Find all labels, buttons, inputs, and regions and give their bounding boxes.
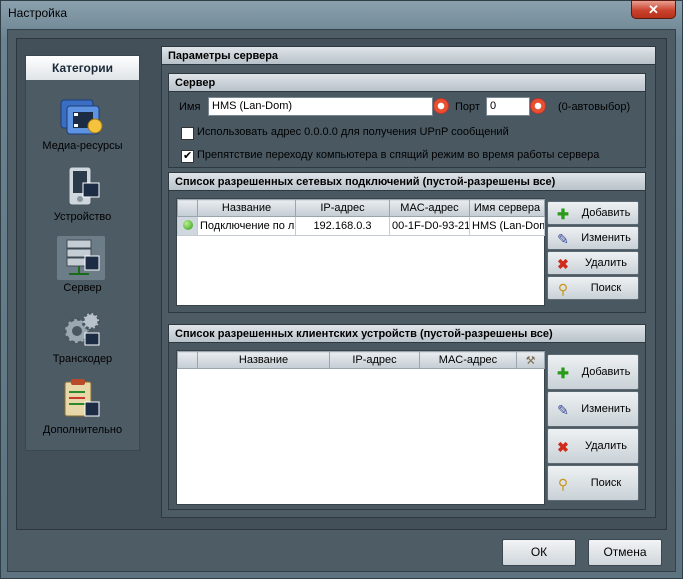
column-header[interactable]: IP-адрес bbox=[329, 351, 420, 369]
column-header[interactable]: IP-адрес bbox=[295, 199, 390, 217]
search-client-button[interactable]: ⚲ Поиск bbox=[547, 465, 639, 501]
title-bar[interactable]: Настройка ✕ bbox=[1, 0, 682, 27]
column-header[interactable]: MAC-адрес bbox=[389, 199, 470, 217]
column-header[interactable]: MAC-адрес bbox=[419, 351, 517, 369]
column-header[interactable]: Название bbox=[197, 199, 296, 217]
settings-window: Настройка ✕ Категории Медиа-ресурсы Устр… bbox=[0, 0, 683, 579]
delete-client-button[interactable]: ✖ Удалить bbox=[547, 428, 639, 464]
networks-table[interactable]: Название IP-адрес MAC-адрес Имя сервера … bbox=[176, 198, 545, 306]
additional-icon bbox=[64, 379, 100, 417]
close-button[interactable]: ✕ bbox=[631, 0, 676, 19]
table-cell: 192.168.0.3 bbox=[295, 216, 390, 236]
category-label: Устройство bbox=[53, 211, 112, 223]
add-client-button[interactable]: ✚ Добавить bbox=[547, 354, 639, 390]
table-cell: HMS (Lan-Dom bbox=[469, 216, 545, 236]
category-label: Сервер bbox=[63, 282, 102, 294]
category-server[interactable]: Сервер bbox=[26, 232, 139, 300]
device-icon bbox=[68, 166, 100, 206]
category-device[interactable]: Устройство bbox=[26, 161, 139, 229]
lifebuoy-icon[interactable] bbox=[530, 98, 546, 114]
server-panel: Сервер Имя HMS (Lan-Dom) Порт 0 (0-автов… bbox=[168, 73, 646, 168]
column-header[interactable] bbox=[177, 351, 198, 369]
upnp-address-label: Использовать адрес 0.0.0.0 для получения… bbox=[197, 126, 509, 138]
server-settings-title: Параметры сервера bbox=[162, 47, 655, 65]
search-network-button[interactable]: ⚲ Поиск bbox=[547, 276, 639, 300]
table-cell: Подключение по л bbox=[197, 216, 296, 236]
plus-icon: ✚ bbox=[557, 365, 569, 381]
category-label: Медиа-ресурсы bbox=[42, 140, 123, 152]
server-panel-title: Сервер bbox=[169, 74, 645, 92]
clients-panel-title: Список разрешенных клиентских устройств … bbox=[169, 325, 645, 343]
transcoder-icon bbox=[63, 311, 101, 346]
column-header[interactable]: Имя сервера bbox=[469, 199, 545, 217]
upnp-address-checkbox[interactable] bbox=[181, 127, 194, 140]
column-header[interactable] bbox=[177, 199, 198, 217]
networks-panel: Список разрешенных сетевых подключений (… bbox=[168, 172, 646, 313]
server-icon bbox=[57, 236, 105, 280]
status-icon bbox=[177, 216, 198, 236]
edit-client-button[interactable]: ✎ Изменить bbox=[547, 391, 639, 427]
table-cell: 00-1F-D0-93-21 bbox=[389, 216, 470, 236]
ok-button[interactable]: ОК bbox=[502, 539, 576, 566]
server-name-input[interactable]: HMS (Lan-Dom) bbox=[208, 97, 433, 116]
delete-icon: ✖ bbox=[557, 256, 569, 272]
table-row[interactable]: Подключение по л 192.168.0.3 00-1F-D0-93… bbox=[177, 216, 545, 236]
clients-panel: Список разрешенных клиентских устройств … bbox=[168, 324, 646, 510]
add-network-button[interactable]: ✚ Добавить bbox=[547, 201, 639, 225]
lifebuoy-icon[interactable] bbox=[433, 98, 449, 114]
category-media-resources[interactable]: Медиа-ресурсы bbox=[26, 90, 139, 158]
category-transcoder[interactable]: Транскодер bbox=[26, 303, 139, 371]
category-label: Транскодер bbox=[52, 353, 113, 365]
window-title: Настройка bbox=[8, 6, 68, 20]
delete-network-button[interactable]: ✖ Удалить bbox=[547, 251, 639, 275]
media-resources-icon bbox=[60, 99, 103, 135]
category-sidebar: Категории Медиа-ресурсы Устройство Серве… bbox=[25, 55, 140, 451]
delete-icon: ✖ bbox=[557, 439, 569, 455]
name-label: Имя bbox=[179, 101, 201, 113]
column-header[interactable]: Название bbox=[197, 351, 330, 369]
edit-icon: ✎ bbox=[557, 402, 569, 418]
edit-network-button[interactable]: ✎ Изменить bbox=[547, 226, 639, 250]
clients-table[interactable]: Название IP-адрес MAC-адрес ⚒ bbox=[176, 350, 545, 505]
prevent-sleep-label: Препятствие переходу компьютера в спящий… bbox=[197, 149, 600, 161]
table-header-row: Название IP-адрес MAC-адрес ⚒ bbox=[177, 351, 545, 369]
search-icon: ⚲ bbox=[557, 281, 569, 297]
category-label: Дополнительно bbox=[42, 424, 123, 436]
prevent-sleep-checkbox[interactable] bbox=[181, 149, 194, 163]
search-icon: ⚲ bbox=[557, 476, 569, 492]
categories-header: Категории bbox=[26, 56, 139, 80]
cancel-button[interactable]: Отмена bbox=[588, 539, 662, 566]
category-additional[interactable]: Дополнительно bbox=[26, 374, 139, 442]
port-label: Порт bbox=[455, 101, 480, 113]
plus-icon: ✚ bbox=[557, 206, 569, 222]
table-header-row: Название IP-адрес MAC-адрес Имя сервера bbox=[177, 199, 545, 217]
tools-icon[interactable]: ⚒ bbox=[516, 351, 545, 369]
port-hint: (0-автовыбор) bbox=[558, 101, 631, 113]
networks-panel-title: Список разрешенных сетевых подключений (… bbox=[169, 173, 645, 191]
close-icon: ✕ bbox=[648, 2, 659, 17]
edit-icon: ✎ bbox=[557, 231, 569, 247]
port-input[interactable]: 0 bbox=[486, 97, 530, 116]
